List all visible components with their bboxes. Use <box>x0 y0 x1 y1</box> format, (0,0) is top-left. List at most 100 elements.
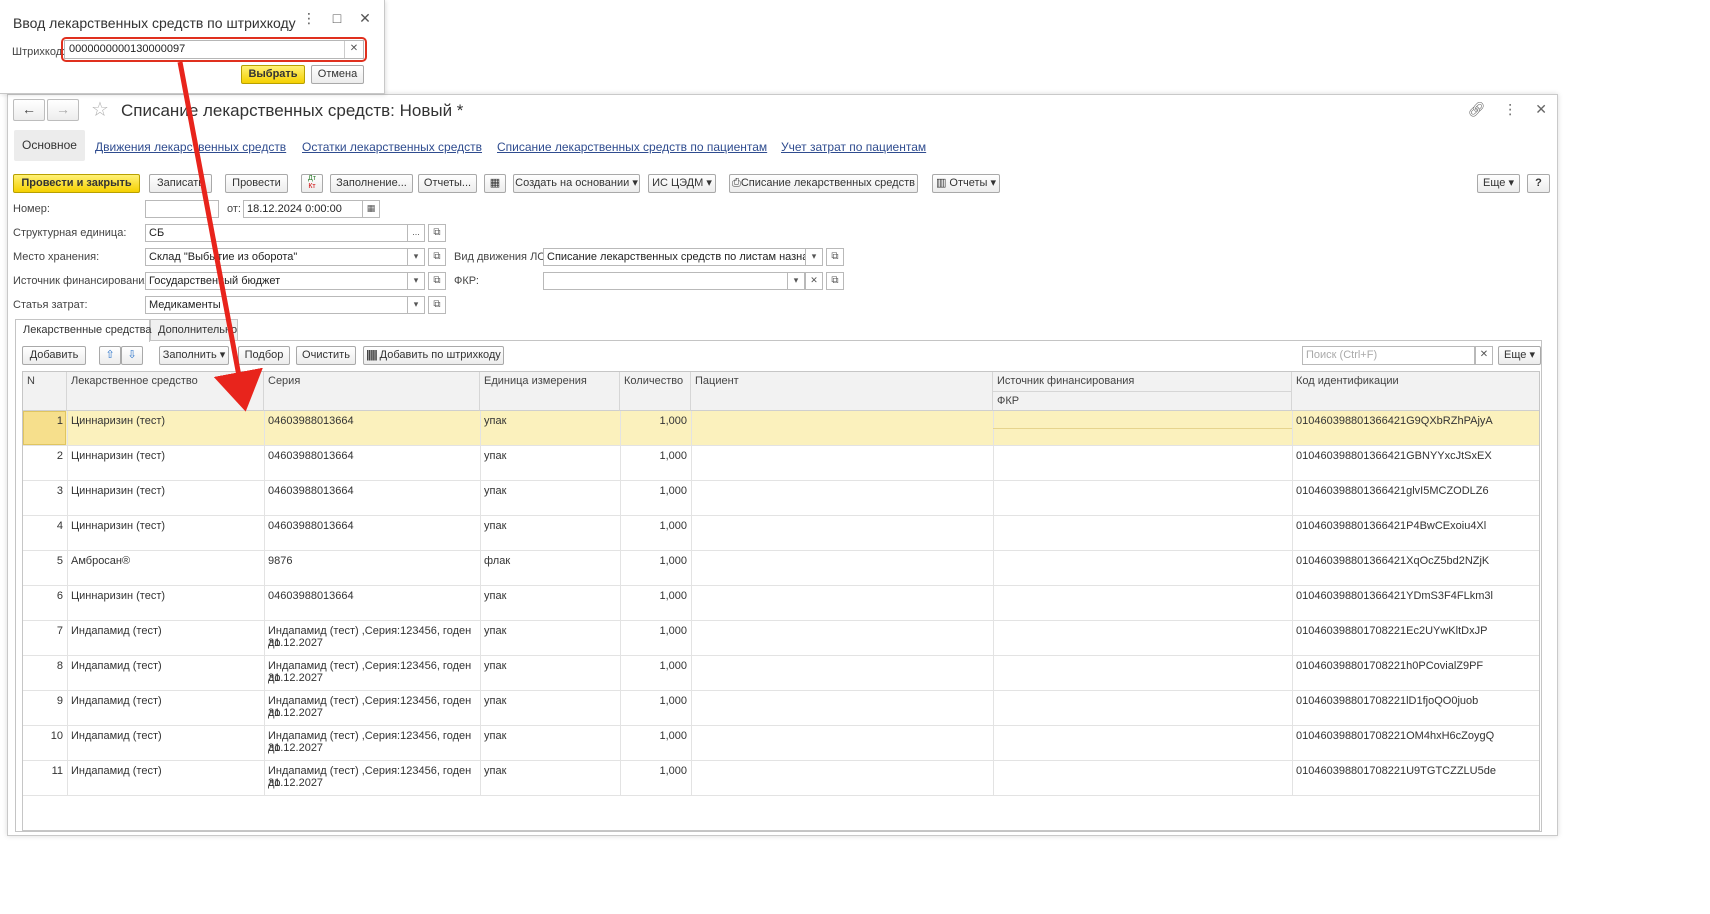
tab-main[interactable]: Основное <box>14 130 85 161</box>
cancel-button[interactable]: Отмена <box>311 65 364 84</box>
post-and-close-button[interactable]: Провести и закрыть <box>13 174 140 193</box>
select-dots-icon[interactable]: ... <box>407 225 424 241</box>
tab-drug-balances[interactable]: Остатки лекарственных средств <box>302 140 482 154</box>
col-header-drug[interactable]: Лекарственное средство <box>67 372 264 411</box>
dt-kt-icon[interactable]: Дт Кт <box>301 174 323 193</box>
open-icon[interactable]: ⧉ <box>428 296 446 314</box>
dropdown-icon[interactable]: ▾ <box>407 249 424 265</box>
structure-icon[interactable]: ▦ <box>484 174 506 193</box>
cell-drug[interactable]: Индапамид (тест) <box>71 730 261 742</box>
reports-dots-button[interactable]: Отчеты... <box>418 174 477 193</box>
col-header-patient[interactable]: Пациент <box>691 372 993 411</box>
writeoff-print-button[interactable]: ⎙Списание лекарственных средств <box>729 174 918 193</box>
cost-field[interactable]: Медикаменты ▾ <box>145 296 425 314</box>
cell-unit[interactable]: упак <box>484 730 614 742</box>
move-up-icon[interactable]: ⇧ <box>99 346 121 365</box>
col-header-qty[interactable]: Количество <box>620 372 691 411</box>
close-icon[interactable]: ✕ <box>1535 101 1547 118</box>
cell-drug[interactable]: Циннаризин (тест) <box>71 485 261 497</box>
cell-n[interactable]: 8 <box>23 660 63 672</box>
dropdown-icon[interactable]: ▾ <box>787 273 805 289</box>
cell-drug[interactable]: Амбросан® <box>71 555 261 567</box>
cell-code[interactable]: 010460398801366421YDmS3F4FLkm3l <box>1296 590 1536 602</box>
cell-code[interactable]: 010460398801366421XqOcZ5bd2NZjK <box>1296 555 1536 567</box>
col-header-series[interactable]: Серия <box>264 372 480 411</box>
back-button[interactable]: ← <box>13 99 45 121</box>
table-row[interactable]: 7 Индапамид (тест) Индапамид (тест) ,Серия… <box>23 621 1539 656</box>
cell-series[interactable]: 04603988013664 <box>268 520 478 532</box>
more-button[interactable]: Еще ▾ <box>1477 174 1520 193</box>
select-button[interactable]: Выбрать <box>241 65 305 84</box>
cell-series[interactable]: 04603988013664 <box>268 415 478 427</box>
clear-rows-button[interactable]: Очистить <box>296 346 356 365</box>
add-row-button[interactable]: Добавить <box>22 346 86 365</box>
cell-unit[interactable]: упак <box>484 765 614 777</box>
cell-n[interactable]: 2 <box>23 450 63 462</box>
col-header-code[interactable]: Код идентификации <box>1292 372 1539 411</box>
move-down-icon[interactable]: ⇩ <box>121 346 143 365</box>
table-row[interactable]: 6 Циннаризин (тест) 04603988013664 упак 1,00… <box>23 586 1539 621</box>
cell-n[interactable]: 5 <box>23 555 63 567</box>
table-row[interactable]: 10 Индапамид (тест) Индапамид (тест) ,Сери… <box>23 726 1539 761</box>
cell-series[interactable]: 9876 <box>268 555 478 567</box>
search-clear-icon[interactable]: ✕ <box>1475 346 1493 365</box>
cell-qty[interactable]: 1,000 <box>620 555 687 567</box>
tab-cost-by-patients[interactable]: Учет затрат по пациентам <box>781 140 926 154</box>
search-input[interactable]: Поиск (Ctrl+F) <box>1302 346 1475 365</box>
close-icon[interactable]: ✕ <box>358 10 372 27</box>
cell-qty[interactable]: 1,000 <box>620 520 687 532</box>
source-field[interactable]: Государственный бюджет ▾ <box>145 272 425 290</box>
cell-n[interactable]: 3 <box>23 485 63 497</box>
cell-code[interactable]: 010460398801708221Ec2UYwKltDxJP <box>1296 625 1536 637</box>
cell-n[interactable]: 1 <box>23 415 63 427</box>
open-icon[interactable]: ⧉ <box>428 224 446 242</box>
table-row[interactable]: 2 Циннаризин (тест) 04603988013664 упак 1,00… <box>23 446 1539 481</box>
cell-qty[interactable]: 1,000 <box>620 450 687 462</box>
cell-series[interactable]: 04603988013664 <box>268 485 478 497</box>
reports-button[interactable]: ▥ Отчеты ▾ <box>932 174 1000 193</box>
tab-drug-movements[interactable]: Движения лекарственных средств <box>95 140 286 154</box>
cell-qty[interactable]: 1,000 <box>620 485 687 497</box>
cell-drug[interactable]: Индапамид (тест) <box>71 695 261 707</box>
cell-drug[interactable]: Индапамид (тест) <box>71 765 261 777</box>
movement-field[interactable]: Списание лекарственных средств по листам… <box>543 248 823 266</box>
table-row[interactable]: 1 Циннаризин (тест) 04603988013664 упак 1,00… <box>23 411 1539 446</box>
col-header-unit[interactable]: Единица измерения <box>480 372 620 411</box>
cell-unit[interactable]: упак <box>484 590 614 602</box>
table-row[interactable]: 11 Индапамид (тест) Индапамид (тест) ,Сери… <box>23 761 1539 796</box>
more-menu-icon[interactable]: ⋮ <box>1503 101 1517 118</box>
clear-icon[interactable]: ✕ <box>805 273 822 289</box>
open-icon[interactable]: ⧉ <box>826 248 844 266</box>
cell-n[interactable]: 9 <box>23 695 63 707</box>
dropdown-icon[interactable]: ▾ <box>805 249 822 265</box>
cell-n[interactable]: 6 <box>23 590 63 602</box>
maximize-icon[interactable]: □ <box>330 10 344 27</box>
fkr-field[interactable]: ▾ ✕ <box>543 272 823 290</box>
cell-drug[interactable]: Циннаризин (тест) <box>71 520 261 532</box>
cell-unit[interactable]: упак <box>484 520 614 532</box>
cell-n[interactable]: 10 <box>23 730 63 742</box>
link-icon[interactable]: 🔗︎ <box>1467 101 1485 118</box>
cell-unit[interactable]: упак <box>484 485 614 497</box>
cell-series[interactable]: 04603988013664 <box>268 590 478 602</box>
filling-button[interactable]: Заполнение... <box>330 174 413 193</box>
cell-drug[interactable]: Циннаризин (тест) <box>71 590 261 602</box>
cell-unit[interactable]: флак <box>484 555 614 567</box>
create-based-on-button[interactable]: Создать на основании ▾ <box>513 174 640 193</box>
cell-code[interactable]: 010460398801708221lD1fjoQO0juob <box>1296 695 1536 707</box>
open-icon[interactable]: ⧉ <box>428 272 446 290</box>
open-icon[interactable]: ⧉ <box>428 248 446 266</box>
cell-qty[interactable]: 1,000 <box>620 590 687 602</box>
write-button[interactable]: Записать <box>149 174 212 193</box>
cell-unit[interactable]: упак <box>484 450 614 462</box>
cell-drug[interactable]: Индапамид (тест) <box>71 625 261 637</box>
cell-drug[interactable]: Циннаризин (тест) <box>71 415 261 427</box>
dropdown-icon[interactable]: ▾ <box>407 297 424 313</box>
unit-field[interactable]: СБ ... <box>145 224 425 242</box>
cell-code[interactable]: 010460398801366421glvI5MCZODLZ6 <box>1296 485 1536 497</box>
table-row[interactable]: 8 Индапамид (тест) Индапамид (тест) ,Серия… <box>23 656 1539 691</box>
cell-code[interactable]: 010460398801708221h0PCovialZ9PF <box>1296 660 1536 672</box>
fill-rows-button[interactable]: Заполнить ▾ <box>159 346 229 365</box>
cell-code[interactable]: 010460398801708221OM4hxH6cZoygQ <box>1296 730 1536 742</box>
forward-button[interactable]: → <box>47 99 79 121</box>
